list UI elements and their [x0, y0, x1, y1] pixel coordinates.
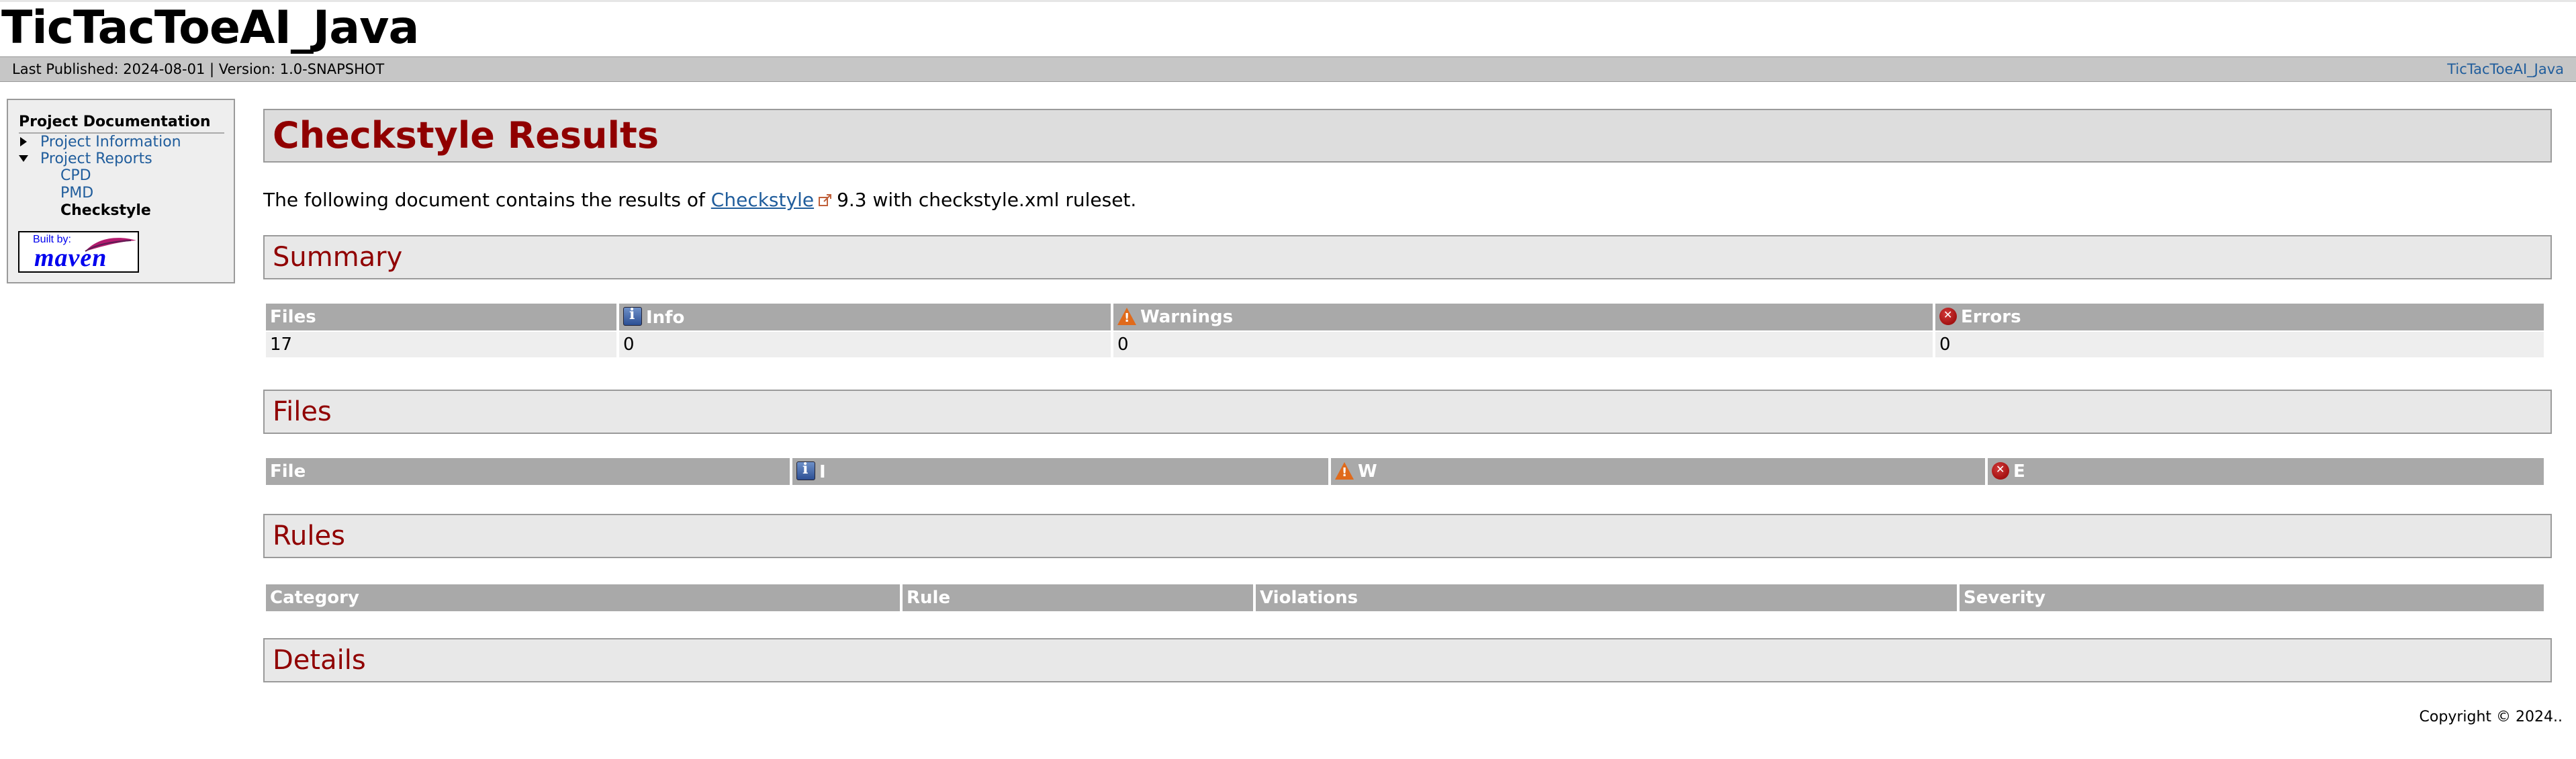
page-title: Checkstyle Results: [263, 109, 2552, 163]
col-w: W: [1331, 458, 1985, 486]
sidebar-nav: Project Documentation Project Informatio…: [7, 99, 235, 283]
intro-text: The following document contains the resu…: [263, 188, 1136, 212]
project-home-link[interactable]: TicTacToeAI_Java: [2447, 57, 2564, 81]
files-heading: Files: [263, 390, 2552, 434]
sidebar-item-project-information[interactable]: Project Information: [40, 134, 181, 151]
warning-icon: [1335, 462, 1354, 480]
intro-before: The following document contains the resu…: [263, 189, 705, 211]
files-count: 17: [266, 332, 616, 357]
collapsed-triangle-icon[interactable]: [20, 137, 27, 146]
warnings-count: 0: [1113, 332, 1933, 357]
summary-table: Files Info Warnings Errors 17 0 0 0: [263, 304, 2546, 357]
summary-heading: Summary: [263, 235, 2552, 279]
errors-count: 0: [1935, 332, 2544, 357]
sidebar-item-project-reports[interactable]: Project Reports: [40, 150, 152, 168]
sidebar-item-cpd[interactable]: CPD: [60, 167, 91, 185]
col-file: File: [266, 458, 790, 486]
info-count: 0: [619, 332, 1111, 357]
warning-icon: [1117, 308, 1136, 325]
col-i: I: [792, 458, 1328, 486]
col-category: Category: [266, 584, 900, 613]
files-table: File I W E: [263, 458, 2546, 486]
col-warnings: Warnings: [1113, 304, 1933, 332]
rules-heading: Rules: [263, 514, 2552, 558]
feather-icon: [85, 238, 136, 252]
col-info: Info: [619, 304, 1111, 332]
nav-heading: Project Documentation: [19, 112, 224, 134]
col-errors: Errors: [1935, 304, 2544, 332]
external-link-icon: [819, 194, 832, 206]
files-header-row: File I W E: [266, 458, 2544, 486]
checkstyle-link[interactable]: Checkstyle: [711, 189, 814, 211]
col-files: Files: [266, 304, 616, 332]
col-violations: Violations: [1256, 584, 1957, 613]
info-icon: [623, 306, 642, 326]
publish-info: Last Published: 2024-08-01 | Version: 1.…: [12, 61, 385, 77]
summary-header-row: Files Info Warnings Errors: [266, 304, 2544, 332]
info-icon: [796, 460, 815, 480]
details-heading: Details: [263, 638, 2552, 682]
sidebar-item-checkstyle: Checkstyle: [60, 202, 151, 219]
rules-header-row: Category Rule Violations Severity: [266, 584, 2544, 613]
rules-table: Category Rule Violations Severity: [263, 584, 2546, 613]
col-rule: Rule: [903, 584, 1253, 613]
expanded-triangle-icon[interactable]: [19, 155, 28, 162]
intro-after: 9.3 with checkstyle.xml ruleset.: [837, 189, 1137, 211]
error-icon: [1939, 308, 1957, 325]
error-icon: [1992, 462, 2009, 480]
breadcrumb-bar: Last Published: 2024-08-01 | Version: 1.…: [0, 56, 2576, 82]
sidebar-item-pmd[interactable]: PMD: [60, 185, 93, 202]
table-row: 17 0 0 0: [266, 332, 2544, 357]
built-by-maven-logo[interactable]: Built by: maven: [18, 231, 139, 273]
col-severity: Severity: [1960, 584, 2544, 613]
site-title: TicTacToeAI_Java: [1, 1, 419, 54]
col-e: E: [1988, 458, 2544, 486]
copyright: Copyright © 2024..: [2419, 709, 2563, 725]
